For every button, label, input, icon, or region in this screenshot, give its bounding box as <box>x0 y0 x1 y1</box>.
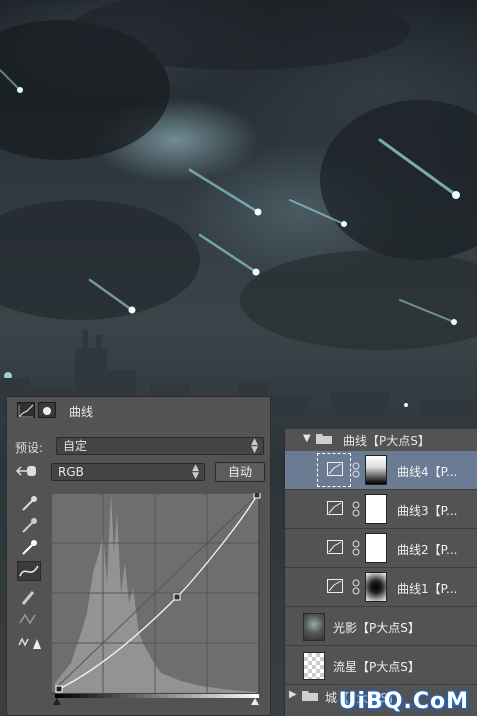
preset-value: 自定 <box>63 439 88 453</box>
layer-mask-thumbnail[interactable] <box>365 494 387 524</box>
smooth-curve-icon[interactable] <box>17 609 41 629</box>
layers-panel: ▼ 曲线【P大点S】 曲线4【P... 曲线3【P... 曲线2【P... 曲线… <box>284 429 477 716</box>
curves-adjustment-icon[interactable] <box>17 402 35 418</box>
link-chain-icon[interactable] <box>351 579 361 595</box>
layer-row[interactable]: 曲线2【P... <box>285 529 477 568</box>
layer-name: 曲线1【P... <box>397 582 458 596</box>
layer-row[interactable]: 光影【P大点S】 <box>285 607 477 646</box>
layer-mask-thumbnail[interactable] <box>365 533 387 563</box>
group-name: 曲线【P大点S】 <box>343 434 430 448</box>
layer-row[interactable]: 曲线3【P... <box>285 490 477 529</box>
curves-properties-panel: 曲线 预设: 自定 ▲ ▼ RGB ▲ ▼ 自动 <box>6 396 271 716</box>
dropdown-arrows-icon: ▲ ▼ <box>251 437 258 455</box>
preset-dropdown[interactable]: 自定 ▲ ▼ <box>56 437 264 455</box>
preset-label: 预设: <box>15 441 44 455</box>
selection-frame <box>317 453 351 487</box>
eyedropper-black-icon[interactable] <box>17 493 41 513</box>
panel-title: 曲线 <box>69 405 94 419</box>
layer-mask-thumbnail[interactable] <box>365 572 387 602</box>
curves-graph[interactable] <box>51 493 261 705</box>
channel-dropdown[interactable]: RGB ▲ ▼ <box>51 463 205 481</box>
layer-row[interactable]: 曲线1【P... <box>285 568 477 607</box>
link-chain-icon[interactable] <box>351 462 361 478</box>
layer-name: 光影【P大点S】 <box>333 621 420 635</box>
pencil-draw-icon[interactable] <box>17 587 41 607</box>
expand-triangle-icon[interactable]: ▼ <box>303 433 311 444</box>
curves-adjustment-icon <box>327 579 343 593</box>
folder-icon <box>315 432 333 445</box>
layer-mask-thumbnail[interactable] <box>365 455 387 485</box>
channel-value: RGB <box>58 465 84 479</box>
dropdown-arrows-icon: ▲ ▼ <box>192 463 199 481</box>
transparent-layer-thumbnail[interactable] <box>303 652 325 680</box>
layer-name: 曲线2【P... <box>397 543 458 557</box>
link-chain-icon[interactable] <box>351 540 361 556</box>
curve-edit-points-icon[interactable] <box>17 561 41 581</box>
layer-group-open[interactable]: ▼ 曲线【P大点S】 <box>285 429 477 451</box>
properties-header: 曲线 <box>7 397 270 423</box>
layer-name: 流星【P大点S】 <box>333 660 420 674</box>
curves-adjustment-icon <box>327 501 343 515</box>
layer-name: 曲线4【P... <box>397 465 458 479</box>
layer-name: 曲线3【P... <box>397 504 458 518</box>
eyedropper-white-icon[interactable] <box>17 537 41 557</box>
expand-triangle-icon[interactable]: ▶ <box>289 689 297 700</box>
eyedropper-gray-icon[interactable] <box>17 515 41 535</box>
auto-button[interactable]: 自动 <box>215 462 265 482</box>
watermark-logo: UiBQ.CoM <box>338 689 469 714</box>
target-adjust-hand-icon[interactable] <box>15 461 39 481</box>
folder-icon <box>301 689 319 702</box>
layer-row[interactable]: 流星【P大点S】 <box>285 646 477 685</box>
layer-row[interactable]: 曲线4【P... <box>285 451 477 490</box>
clipping-warning-icon[interactable] <box>17 633 41 653</box>
curves-adjustment-icon <box>327 540 343 554</box>
layer-mask-icon[interactable] <box>38 402 56 418</box>
layer-thumbnail[interactable] <box>303 613 325 641</box>
link-chain-icon[interactable] <box>351 501 361 517</box>
